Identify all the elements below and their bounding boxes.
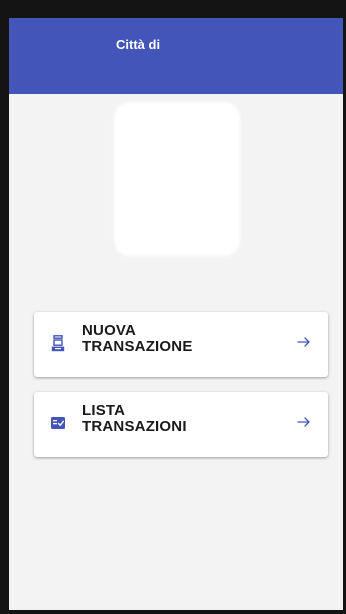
city-logo xyxy=(114,102,240,256)
new-transaction-button[interactable]: NUOVA TRANSAZIONE xyxy=(34,312,328,377)
app-title: Città di xyxy=(116,37,161,52)
arrow-right-icon xyxy=(297,417,310,427)
transaction-list-button[interactable]: LISTA TRANSAZIONI xyxy=(34,392,328,457)
new-transaction-label: NUOVA TRANSAZIONE xyxy=(82,323,252,355)
app-bar: Città di xyxy=(9,18,343,94)
device-frame: Città di NUOVA TRANSAZIONE LISTA TRANSAZ… xyxy=(0,0,346,614)
transaction-list-label-line2: TRANSAZIONI xyxy=(82,418,187,435)
app-screen: Città di NUOVA TRANSAZIONE LISTA TRANSAZ… xyxy=(9,18,343,610)
transaction-list-label: LISTA TRANSAZIONI xyxy=(82,403,252,435)
receipt-list-icon xyxy=(51,417,65,429)
transaction-list-label-line1: LISTA xyxy=(82,402,126,419)
arrow-right-icon xyxy=(297,337,310,347)
new-transaction-label-line2: TRANSAZIONE xyxy=(82,338,193,355)
new-transaction-label-line1: NUOVA xyxy=(82,322,137,339)
cash-register-icon xyxy=(51,335,65,352)
